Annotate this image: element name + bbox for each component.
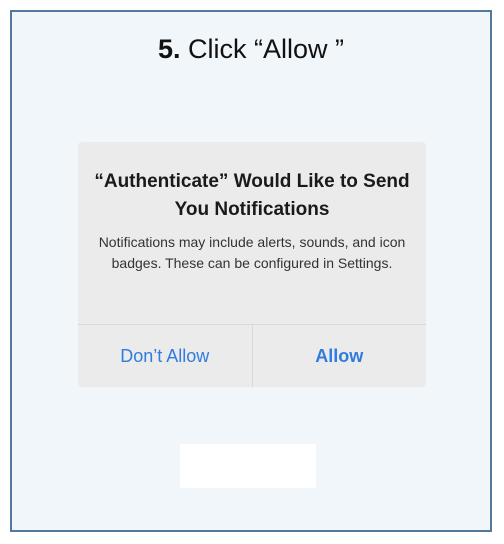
allow-button[interactable]: Allow	[253, 325, 427, 387]
dont-allow-button[interactable]: Don’t Allow	[78, 325, 252, 387]
alert-actions: Don’t Allow Allow	[78, 324, 426, 387]
step-text: Click “Allow ”	[180, 34, 345, 64]
instruction-frame: 5. Click “Allow ” “Authenticate” Would L…	[10, 10, 492, 532]
step-title: 5. Click “Allow ”	[12, 34, 490, 65]
alert-body: “Authenticate” Would Like to Send You No…	[78, 142, 426, 324]
blank-placeholder	[180, 444, 316, 488]
notification-permission-alert: “Authenticate” Would Like to Send You No…	[78, 142, 426, 387]
step-number: 5.	[157, 34, 181, 64]
alert-message: Notifications may include alerts, sounds…	[98, 234, 406, 271]
alert-title: “Authenticate” Would Like to Send You No…	[94, 171, 410, 220]
